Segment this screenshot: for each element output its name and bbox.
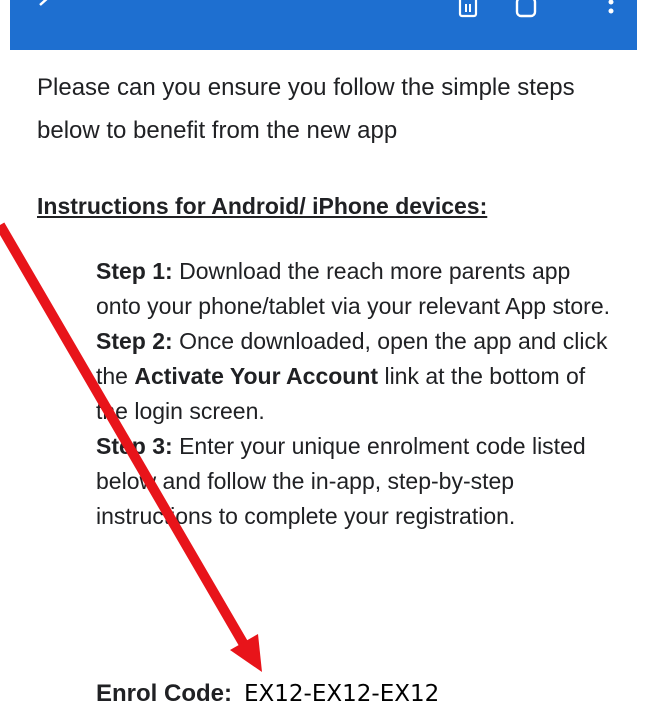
box-icon[interactable] <box>515 0 537 24</box>
step-3-label: Step 3: <box>96 433 173 459</box>
step-3: Step 3: Enter your unique enrolment code… <box>96 429 616 534</box>
activate-account-text: Activate Your Account <box>134 363 379 389</box>
enrol-code-value: EX12-EX12-EX12 <box>244 681 440 707</box>
enrol-code-row: Enrol Code: EX12-EX12-EX12 <box>96 678 439 710</box>
steps-list: Step 1: Download the reach more parents … <box>96 254 616 534</box>
back-icon[interactable] <box>36 0 54 14</box>
intro-text: Please can you ensure you follow the sim… <box>37 74 575 144</box>
step-2: Step 2: Once downloaded, open the app an… <box>96 324 616 429</box>
instructions-heading: Instructions for Android/ iPhone devices… <box>37 193 488 219</box>
email-view: Please can you ensure you follow the sim… <box>0 0 645 710</box>
step-1: Step 1: Download the reach more parents … <box>96 254 616 324</box>
app-bar <box>10 0 637 50</box>
step-2-label: Step 2: <box>96 328 173 354</box>
more-icon[interactable] <box>607 0 615 24</box>
delete-icon[interactable] <box>458 0 478 24</box>
enrol-code-label: Enrol Code: <box>96 680 232 707</box>
step-1-text: Download the reach more parents app onto… <box>96 258 610 319</box>
step-1-label: Step 1: <box>96 258 173 284</box>
